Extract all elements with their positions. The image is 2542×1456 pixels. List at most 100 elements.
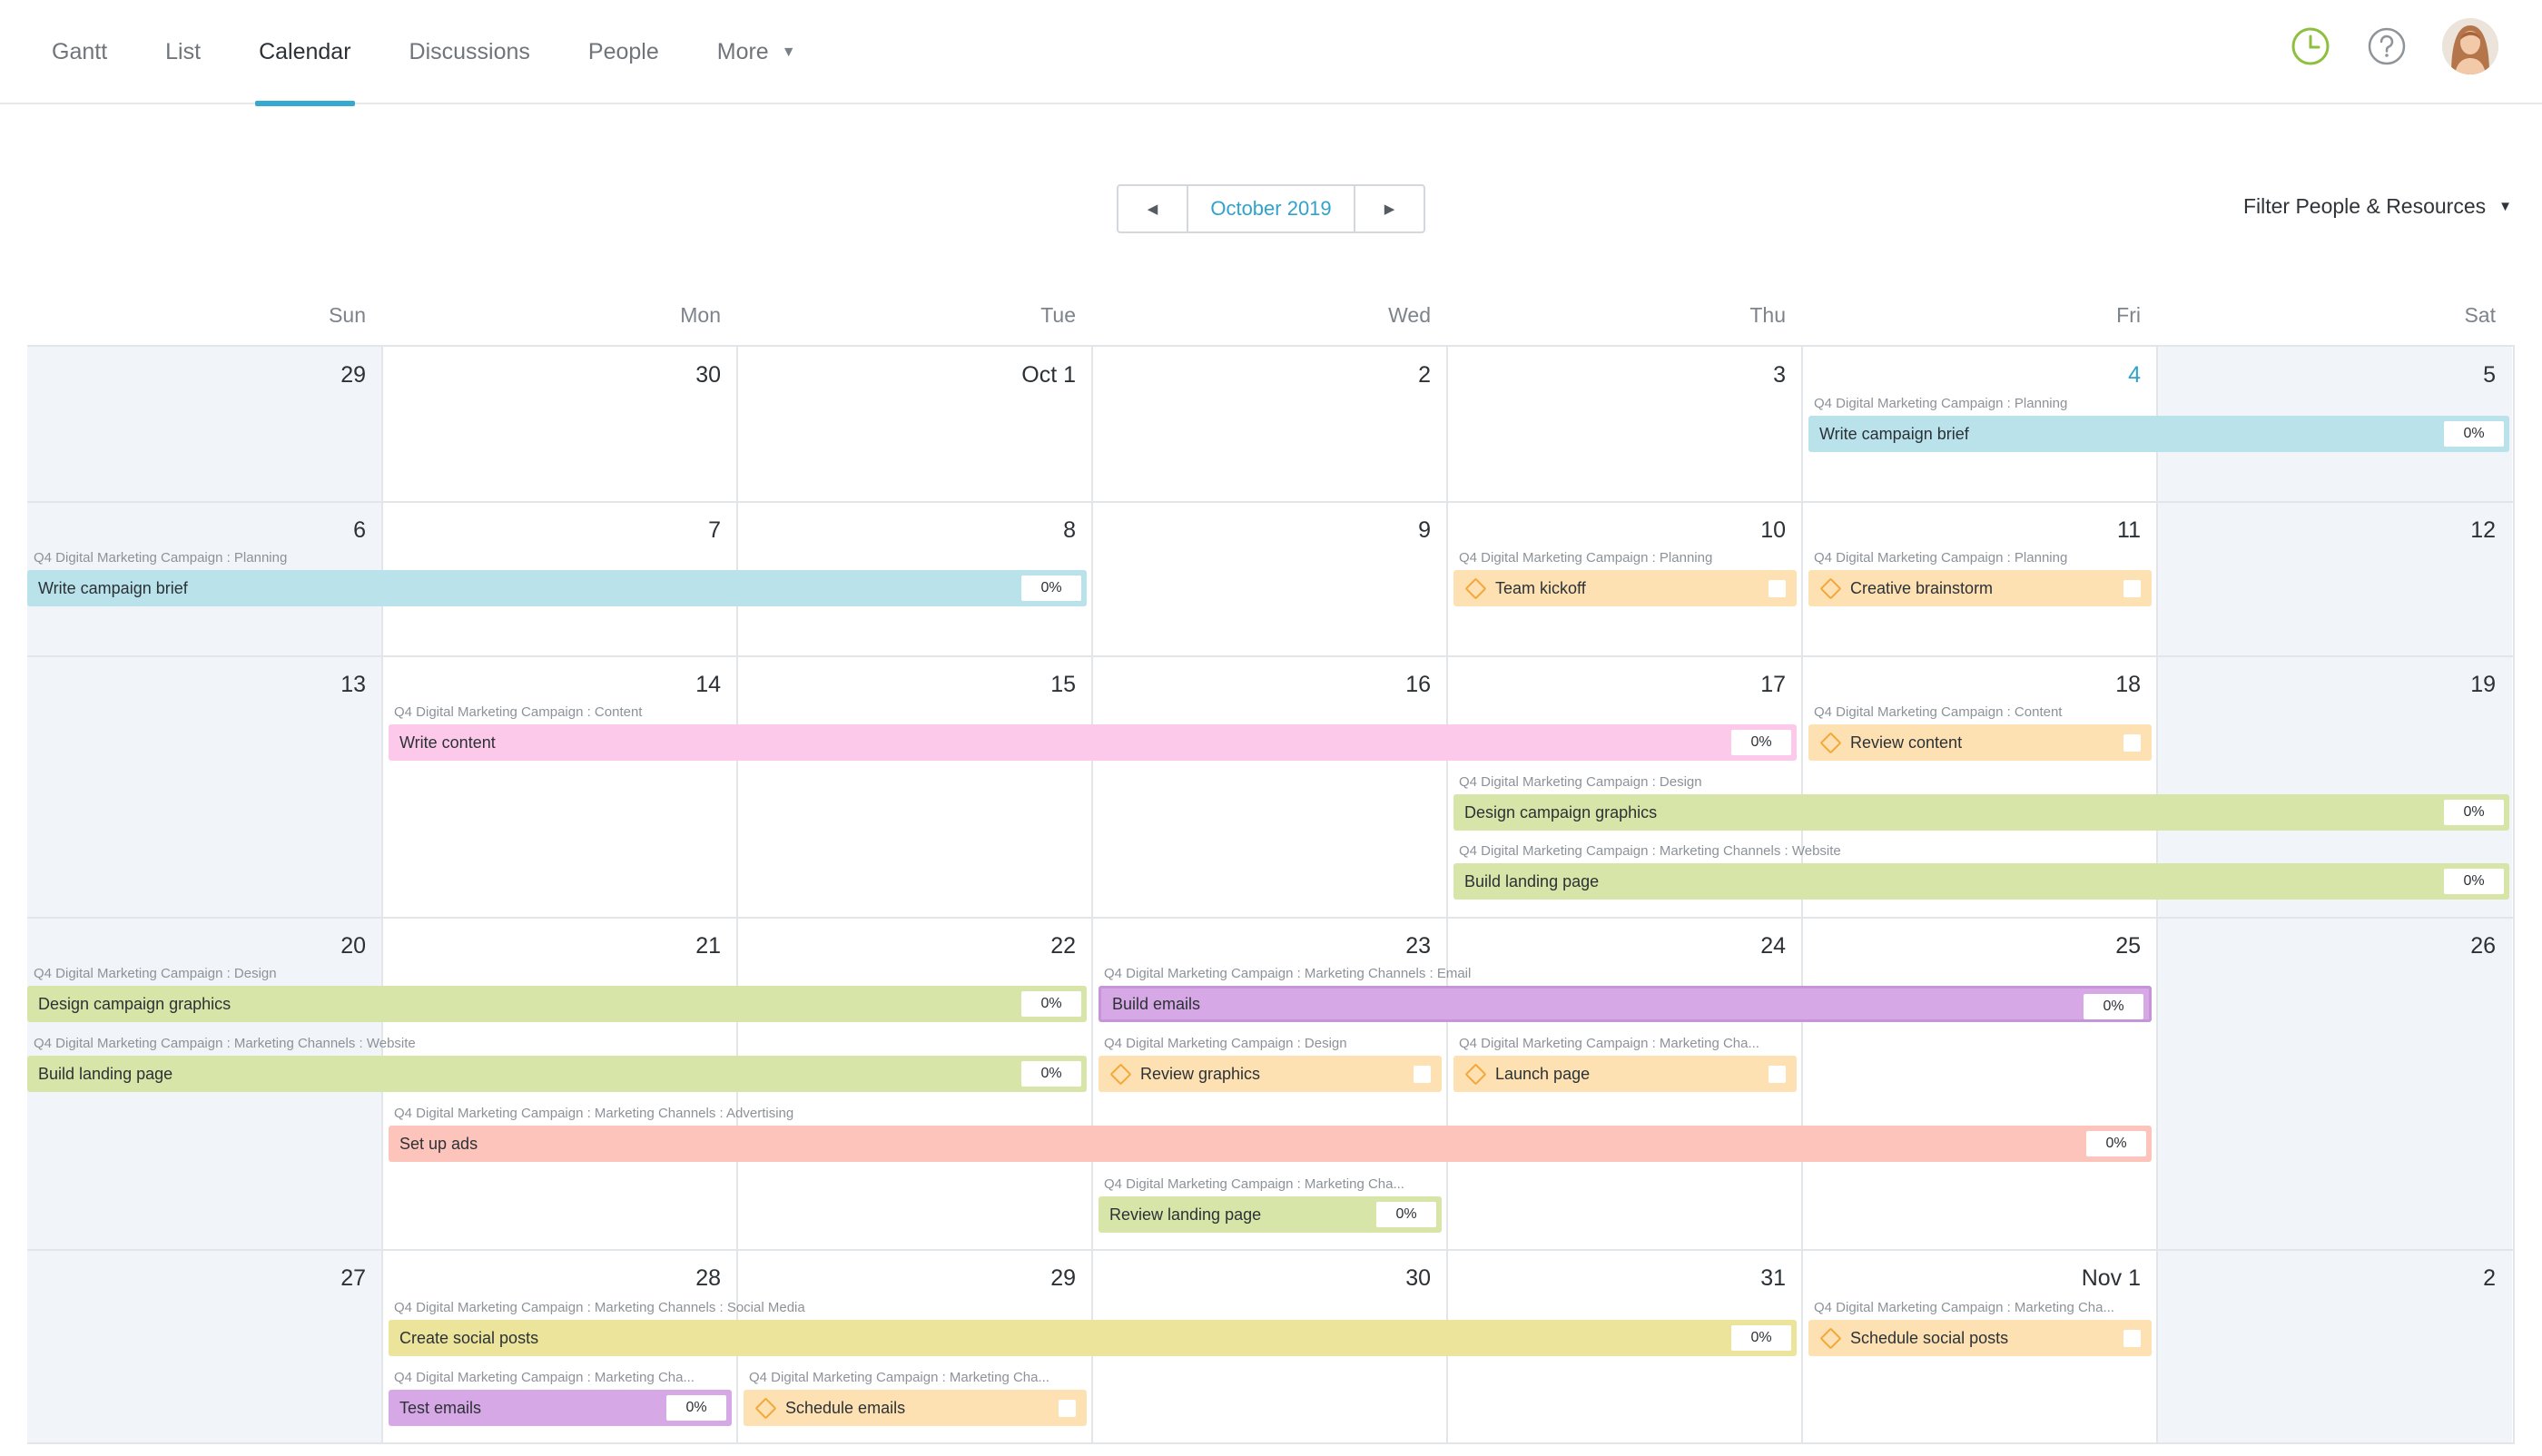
day-cell-number[interactable]: 24 bbox=[1447, 932, 1802, 959]
day-cell-number[interactable]: 19 bbox=[2157, 671, 2512, 698]
task-name: Create social posts bbox=[399, 1328, 539, 1347]
day-cell-number[interactable]: 20 bbox=[27, 932, 382, 959]
filter-label: Filter People & Resources bbox=[2242, 194, 2487, 218]
prev-month-button[interactable]: ◀ bbox=[1118, 186, 1187, 231]
task-progress[interactable]: 0% bbox=[2086, 1131, 2146, 1156]
task-name: Review content bbox=[1850, 733, 1963, 752]
task-bar[interactable]: Set up ads 0% bbox=[389, 1126, 2152, 1162]
column-divider bbox=[2513, 347, 2515, 1442]
milestone-bar[interactable]: Review content bbox=[1808, 724, 2152, 761]
next-month-button[interactable]: ▶ bbox=[1355, 186, 1424, 231]
task-bar[interactable]: Design campaign graphics 0% bbox=[27, 986, 1087, 1022]
day-cell-number[interactable]: 12 bbox=[2157, 516, 2512, 544]
task-bar[interactable]: Build landing page 0% bbox=[27, 1056, 1087, 1092]
milestone-bar[interactable]: Team kickoff bbox=[1453, 570, 1797, 606]
task-progress[interactable]: 0% bbox=[1021, 576, 1081, 601]
complete-checkbox[interactable] bbox=[1769, 580, 1786, 597]
day-cell-number[interactable]: 14 bbox=[382, 671, 737, 698]
task-progress[interactable]: 0% bbox=[2444, 421, 2504, 447]
day-cell-number[interactable]: 6 bbox=[27, 516, 382, 544]
task-bar[interactable]: Test emails 0% bbox=[389, 1390, 732, 1426]
current-month-label[interactable]: October 2019 bbox=[1187, 186, 1355, 231]
task-bar[interactable]: Write content 0% bbox=[389, 724, 1797, 761]
tab-gantt[interactable]: Gantt bbox=[52, 0, 107, 104]
day-cell-number-today[interactable]: 4 bbox=[1802, 361, 2157, 389]
day-cell-number[interactable]: 30 bbox=[382, 361, 737, 389]
day-cell-number[interactable]: 9 bbox=[1092, 516, 1447, 544]
task-bar[interactable]: Write campaign brief 0% bbox=[1808, 416, 2509, 452]
day-cell-number[interactable]: 22 bbox=[737, 932, 1092, 959]
complete-checkbox[interactable] bbox=[2123, 580, 2141, 597]
task-bar[interactable]: Build emails 0% bbox=[1099, 986, 2152, 1022]
task-breadcrumb: Q4 Digital Marketing Campaign : Planning bbox=[34, 550, 288, 566]
task-bar[interactable]: Review landing page 0% bbox=[1099, 1196, 1442, 1233]
task-bar[interactable]: Create social posts 0% bbox=[389, 1320, 1797, 1356]
more-menu[interactable]: More ▼ bbox=[717, 0, 796, 104]
milestone-diamond-icon bbox=[1464, 1063, 1487, 1086]
complete-checkbox[interactable] bbox=[2123, 1330, 2141, 1347]
clock-icon[interactable] bbox=[2290, 25, 2331, 67]
day-cell-number[interactable]: 26 bbox=[2157, 932, 2512, 959]
task-bar[interactable]: Write campaign brief 0% bbox=[27, 570, 1087, 606]
day-cell-number[interactable]: 29 bbox=[27, 361, 382, 389]
milestone-bar[interactable]: Schedule social posts bbox=[1808, 1320, 2152, 1356]
task-progress[interactable]: 0% bbox=[1021, 1061, 1081, 1087]
task-breadcrumb: Q4 Digital Marketing Campaign : Marketin… bbox=[1814, 1300, 2114, 1315]
task-progress[interactable]: 0% bbox=[1021, 991, 1081, 1017]
day-cell-number[interactable]: 8 bbox=[737, 516, 1092, 544]
task-bar[interactable]: Build landing page 0% bbox=[1453, 863, 2509, 900]
task-progress[interactable]: 0% bbox=[1731, 730, 1791, 755]
day-cell-number[interactable]: 29 bbox=[737, 1264, 1092, 1292]
day-cell-number[interactable]: 2 bbox=[1092, 361, 1447, 389]
task-progress[interactable]: 0% bbox=[666, 1395, 726, 1421]
day-cell-number[interactable]: 11 bbox=[1802, 516, 2157, 544]
day-cell-number[interactable]: 5 bbox=[2157, 361, 2512, 389]
day-cell-number[interactable]: 13 bbox=[27, 671, 382, 698]
filter-people-resources[interactable]: Filter People & Resources ▼ bbox=[2243, 194, 2512, 219]
day-cell-number[interactable]: 3 bbox=[1447, 361, 1802, 389]
day-cell-number[interactable]: 25 bbox=[1802, 932, 2157, 959]
weekday-header: Sun bbox=[329, 303, 366, 327]
complete-checkbox[interactable] bbox=[1414, 1066, 1431, 1083]
task-progress[interactable]: 0% bbox=[1731, 1325, 1791, 1351]
day-cell-number[interactable]: 15 bbox=[737, 671, 1092, 698]
day-cell-number[interactable]: Oct 1 bbox=[737, 361, 1092, 389]
day-cell-number[interactable]: 27 bbox=[27, 1264, 382, 1292]
complete-checkbox[interactable] bbox=[1059, 1400, 1076, 1417]
task-progress[interactable]: 0% bbox=[2444, 800, 2504, 825]
complete-checkbox[interactable] bbox=[2123, 734, 2141, 752]
avatar[interactable] bbox=[2442, 18, 2498, 74]
help-icon[interactable] bbox=[2366, 25, 2408, 67]
milestone-bar[interactable]: Launch page bbox=[1453, 1056, 1797, 1092]
milestone-bar[interactable]: Review graphics bbox=[1099, 1056, 1442, 1092]
day-cell-number[interactable]: 18 bbox=[1802, 671, 2157, 698]
day-cell-number[interactable]: 23 bbox=[1092, 932, 1447, 959]
task-progress[interactable]: 0% bbox=[1376, 1202, 1436, 1227]
day-cell-number[interactable]: 7 bbox=[382, 516, 737, 544]
tab-discussions[interactable]: Discussions bbox=[409, 0, 530, 104]
weekday-header: Mon bbox=[680, 303, 721, 327]
day-cell-number[interactable]: 16 bbox=[1092, 671, 1447, 698]
milestone-bar[interactable]: Creative brainstorm bbox=[1808, 570, 2152, 606]
day-cell-number[interactable]: 2 bbox=[2157, 1264, 2512, 1292]
task-bar[interactable]: Design campaign graphics 0% bbox=[1453, 794, 2509, 831]
task-progress[interactable]: 0% bbox=[2444, 869, 2504, 894]
task-progress[interactable]: 0% bbox=[2084, 994, 2143, 1019]
milestone-bar[interactable]: Schedule emails bbox=[744, 1390, 1087, 1426]
day-cell-number[interactable]: Nov 1 bbox=[1802, 1264, 2157, 1292]
tab-list[interactable]: List bbox=[165, 0, 201, 104]
top-nav-bar: Gantt List Calendar Discussions People M… bbox=[0, 0, 2542, 106]
day-cell-number[interactable]: 21 bbox=[382, 932, 737, 959]
day-cell-number[interactable]: 10 bbox=[1447, 516, 1802, 544]
day-cell-number[interactable]: 28 bbox=[382, 1264, 737, 1292]
task-breadcrumb: Q4 Digital Marketing Campaign : Marketin… bbox=[1459, 1036, 1759, 1051]
complete-checkbox[interactable] bbox=[1769, 1066, 1786, 1083]
day-cell-number[interactable]: 17 bbox=[1447, 671, 1802, 698]
header-actions bbox=[2290, 18, 2498, 74]
tab-calendar[interactable]: Calendar bbox=[255, 0, 355, 106]
tab-people[interactable]: People bbox=[588, 0, 659, 104]
task-name: Launch page bbox=[1495, 1064, 1591, 1083]
task-breadcrumb: Q4 Digital Marketing Campaign : Marketin… bbox=[34, 1036, 416, 1051]
day-cell-number[interactable]: 31 bbox=[1447, 1264, 1802, 1292]
day-cell-number[interactable]: 30 bbox=[1092, 1264, 1447, 1292]
